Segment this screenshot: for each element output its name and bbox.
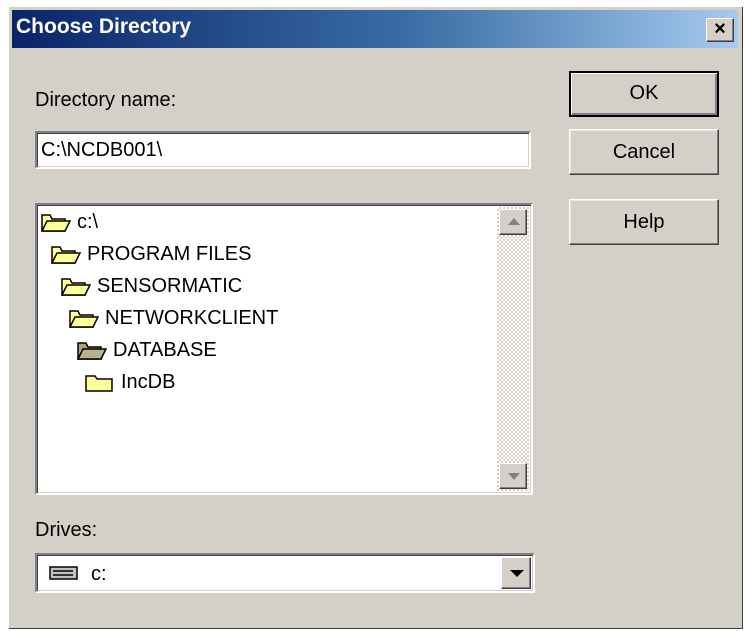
tree-item-database[interactable]: DATABASE: [77, 335, 217, 365]
scroll-down-button[interactable]: [499, 463, 527, 489]
close-icon: ×: [714, 18, 726, 40]
help-button[interactable]: Help: [569, 199, 719, 245]
drives-label: Drives:: [35, 519, 98, 541]
close-button[interactable]: ×: [706, 18, 734, 42]
arrow-up-icon: [508, 218, 520, 225]
cancel-button[interactable]: Cancel: [569, 129, 719, 175]
drives-dropdown-button[interactable]: [501, 557, 531, 589]
open-folder-icon: [51, 246, 81, 264]
chevron-down-icon: [510, 570, 524, 577]
tree-item-incdb[interactable]: IncDB: [85, 367, 175, 397]
directory-tree-list[interactable]: c:\ PROGRAM FILES SENSORMATIC NETWORKCLI…: [35, 203, 533, 495]
tree-item-sensormatic[interactable]: SENSORMATIC: [61, 271, 242, 301]
open-folder-icon: [61, 278, 91, 296]
scroll-up-button[interactable]: [499, 209, 527, 235]
drives-selected-value: c:: [91, 563, 107, 585]
directory-name-field[interactable]: C:\NCDB001\: [35, 131, 531, 169]
tree-scrollbar[interactable]: [497, 207, 529, 491]
ok-button[interactable]: OK: [569, 71, 719, 117]
tree-item-networkclient[interactable]: NETWORKCLIENT: [69, 303, 278, 333]
open-folder-icon: [41, 214, 71, 232]
hard-drive-icon: [49, 566, 78, 580]
choose-directory-dialog: Choose Directory × Directory name: C:\NC…: [8, 6, 742, 628]
open-folder-selected-icon: [77, 342, 107, 360]
tree-item-c-root[interactable]: c:\: [41, 207, 98, 237]
drives-dropdown[interactable]: c:: [35, 553, 535, 593]
open-folder-icon: [69, 310, 99, 328]
tree-item-label: NETWORKCLIENT: [105, 306, 279, 329]
window-title: Choose Directory: [16, 15, 192, 38]
arrow-down-icon: [508, 473, 520, 480]
tree-item-label: c:\: [77, 210, 99, 233]
directory-name-label: Directory name:: [35, 89, 177, 111]
closed-folder-icon: [85, 375, 113, 392]
tree-item-label: PROGRAM FILES: [87, 242, 252, 265]
tree-item-label: SENSORMATIC: [97, 274, 243, 297]
tree-item-label: IncDB: [121, 370, 176, 393]
tree-item-label: DATABASE: [113, 338, 217, 361]
title-bar[interactable]: Choose Directory ×: [12, 10, 738, 48]
tree-item-program-files[interactable]: PROGRAM FILES: [51, 239, 251, 269]
